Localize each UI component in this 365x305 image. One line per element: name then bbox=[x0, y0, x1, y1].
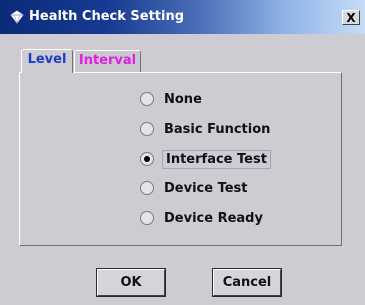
option-label: None bbox=[164, 91, 202, 107]
close-button[interactable]: X bbox=[342, 10, 360, 25]
option-label: Device Test bbox=[164, 180, 248, 196]
title-bar[interactable]: Health Check Setting X bbox=[0, 0, 365, 34]
tab-interval[interactable]: Interval bbox=[74, 50, 141, 72]
tab-level[interactable]: Level bbox=[21, 49, 73, 73]
radio-unchecked-icon[interactable] bbox=[140, 181, 154, 195]
level-tab-panel: None Basic Function Interface Test Devic… bbox=[19, 72, 342, 246]
ok-button[interactable]: OK bbox=[96, 268, 166, 297]
option-basic-function[interactable]: Basic Function bbox=[140, 118, 272, 140]
option-device-test[interactable]: Device Test bbox=[140, 177, 250, 199]
option-label: Device Ready bbox=[164, 210, 263, 226]
cancel-button[interactable]: Cancel bbox=[212, 268, 282, 297]
option-device-ready[interactable]: Device Ready bbox=[140, 207, 265, 229]
window-title: Health Check Setting bbox=[29, 9, 185, 24]
dialog-window: Health Check Setting X Level Interval No… bbox=[0, 0, 365, 305]
option-label: Basic Function bbox=[164, 121, 271, 137]
radio-unchecked-icon[interactable] bbox=[140, 122, 154, 136]
radio-checked-icon[interactable] bbox=[140, 152, 154, 166]
option-label: Interface Test bbox=[162, 149, 271, 169]
option-none[interactable]: None bbox=[140, 88, 204, 110]
radio-unchecked-icon[interactable] bbox=[140, 92, 154, 106]
close-icon: X bbox=[346, 10, 356, 25]
radio-unchecked-icon[interactable] bbox=[140, 211, 154, 225]
option-interface-test[interactable]: Interface Test bbox=[140, 148, 271, 170]
diamond-app-icon bbox=[10, 10, 24, 24]
